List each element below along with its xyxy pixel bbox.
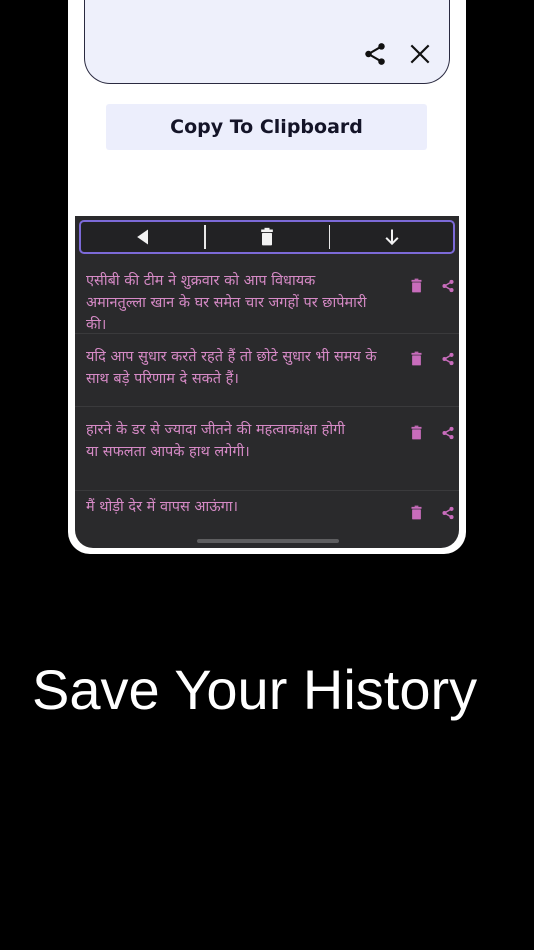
history-item[interactable]: हारने के डर से ज्यादा जीतने की महत्वाकां…: [75, 407, 459, 491]
history-panel: एसीबी की टीम ने शुक्रवार को आप विधायक अम…: [75, 216, 459, 548]
history-toolbar: [79, 220, 455, 254]
history-item-text: एसीबी की टीम ने शुक्रवार को आप विधायक अम…: [86, 273, 367, 333]
copy-to-clipboard-button[interactable]: Copy To Clipboard: [106, 104, 427, 150]
back-button[interactable]: [81, 222, 204, 252]
trash-icon: [261, 227, 273, 246]
translation-text-box[interactable]: [84, 0, 450, 84]
home-indicator: [197, 539, 339, 543]
promo-headline: Save Your History: [32, 658, 478, 721]
share-icon[interactable]: [441, 352, 455, 366]
trash-icon[interactable]: [407, 349, 425, 367]
history-list: एसीबी की टीम ने शुक्रवार को आप विधायक अम…: [75, 258, 459, 548]
trash-icon[interactable]: [407, 276, 425, 294]
history-item[interactable]: यदि आप सुधार करते रहते हैं तो छोटे सुधार…: [75, 334, 459, 407]
share-icon[interactable]: [441, 426, 455, 440]
history-item-text: यदि आप सुधार करते रहते हैं तो छोटे सुधार…: [86, 349, 377, 387]
phone-screen: Copy To Clipboard एसीबी की टीम ने शुक्रव…: [68, 0, 466, 554]
trash-icon[interactable]: [407, 503, 425, 521]
close-icon[interactable]: [406, 40, 434, 68]
history-item-text: मैं थोड़ी देर में वापस आऊंगा।: [86, 499, 239, 515]
download-arrow-icon: [384, 229, 399, 246]
history-item[interactable]: एसीबी की टीम ने शुक्रवार को आप विधायक अम…: [75, 258, 459, 334]
clear-history-button[interactable]: [206, 222, 329, 252]
history-item-text: हारने के डर से ज्यादा जीतने की महत्वाकां…: [86, 422, 346, 460]
share-icon[interactable]: [441, 279, 455, 293]
share-icon[interactable]: [441, 506, 455, 520]
back-arrow-icon: [136, 229, 148, 245]
download-button[interactable]: [330, 222, 453, 252]
share-icon[interactable]: [361, 40, 389, 68]
trash-icon[interactable]: [407, 423, 425, 441]
